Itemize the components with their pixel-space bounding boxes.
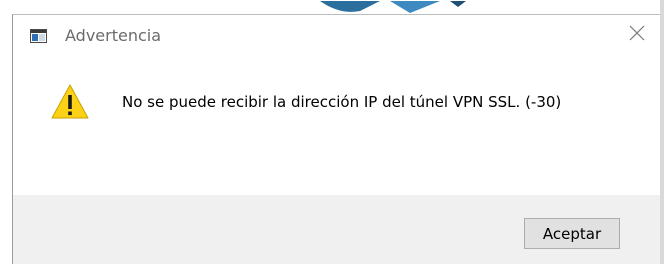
ok-button-label: Aceptar: [542, 224, 602, 243]
background-window-left: [0, 0, 12, 264]
title-bar[interactable]: Advertencia: [13, 15, 660, 55]
close-icon: [629, 25, 645, 45]
ok-button[interactable]: Aceptar: [524, 218, 620, 249]
dialog-content: [13, 55, 660, 195]
warning-dialog: Advertencia No se puede recibir la direc…: [12, 14, 660, 264]
app-window-icon: [30, 28, 47, 43]
dialog-message: No se puede recibir la dirección IP del …: [122, 93, 562, 111]
background-graphic: [280, 0, 480, 14]
dialog-footer: Aceptar: [13, 195, 660, 264]
close-button[interactable]: [614, 15, 660, 55]
warning-icon: [51, 83, 89, 121]
background-window-right: [660, 0, 664, 264]
dialog-title: Advertencia: [65, 26, 162, 45]
